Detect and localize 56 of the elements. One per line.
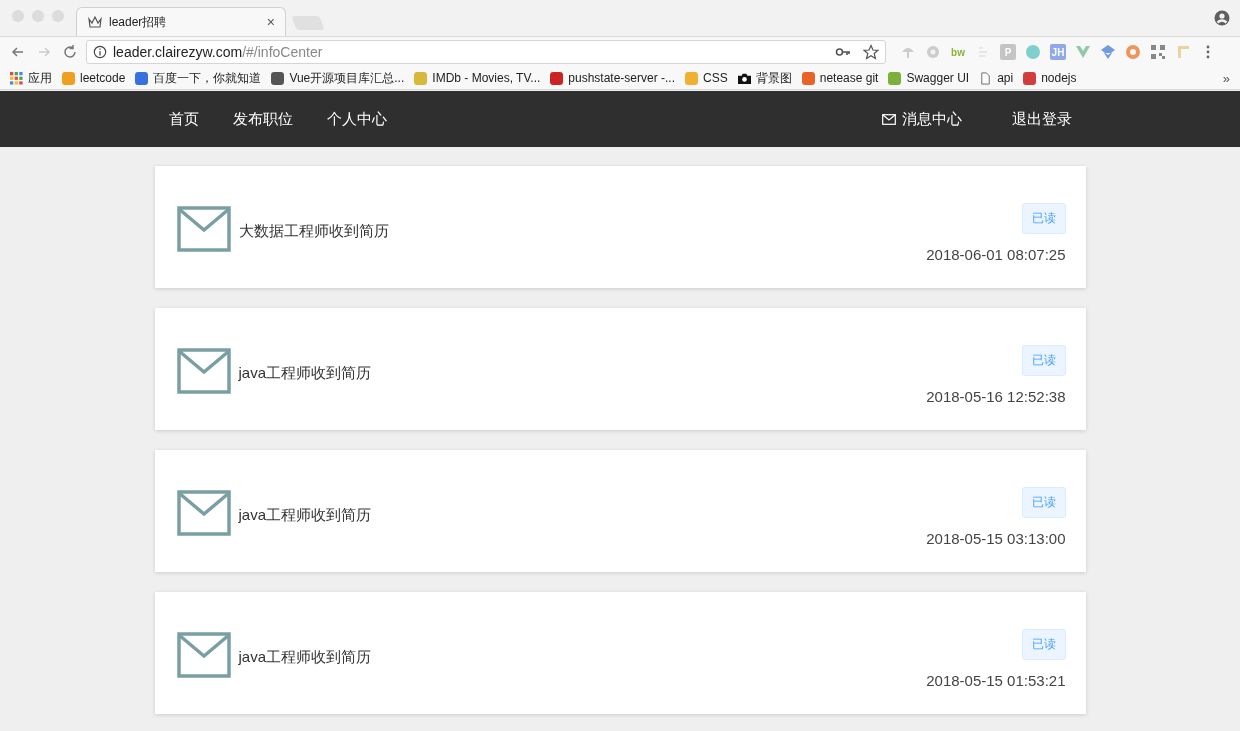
camera-icon (737, 71, 751, 85)
envelope-icon (176, 348, 231, 394)
profile-icon[interactable] (1214, 10, 1230, 26)
bookmark[interactable]: nodejs (1023, 71, 1077, 85)
bookmark[interactable]: 应用 (10, 69, 52, 87)
extension-icon[interactable] (1025, 44, 1041, 60)
envelope-icon (176, 490, 231, 536)
message-title: java工程师收到简历 (238, 647, 372, 667)
extension-icon[interactable] (1150, 44, 1166, 60)
nav-link[interactable]: 退出登录 (1011, 109, 1072, 129)
apps-icon (10, 71, 23, 85)
nav-link[interactable]: 发布职位 (232, 109, 293, 129)
page-icon (979, 71, 993, 85)
browser-tab[interactable]: leader招聘 × (76, 7, 286, 36)
info-icon[interactable] (93, 45, 107, 59)
nav-link[interactable]: 消息中心 (881, 109, 962, 129)
message-time: 2018-05-15 01:53:21 (926, 672, 1066, 689)
bookmark[interactable]: Swagger UI (888, 71, 970, 85)
envelope-icon (176, 632, 231, 678)
extension-icon[interactable] (1075, 44, 1091, 60)
message-title: 大数据工程师收到简历 (238, 221, 389, 241)
bookmark[interactable]: 背景图 (737, 69, 792, 87)
message-time: 2018-05-15 03:13:00 (926, 530, 1066, 547)
envelope-icon (176, 206, 231, 252)
close-tab-button[interactable]: × (266, 14, 275, 30)
nav-link[interactable]: 首页 (168, 109, 199, 129)
star-icon[interactable] (863, 44, 879, 60)
message-time: 2018-06-01 08:07:25 (926, 246, 1066, 263)
message-card[interactable]: java工程师收到简历 已读 2018-05-15 01:53:21 (154, 592, 1086, 714)
status-tag: 已读 (1021, 203, 1066, 234)
nav-link[interactable]: 个人中心 (326, 109, 387, 129)
address-bar[interactable]: leader.clairezyw.com/#/infoCenter (86, 40, 886, 64)
status-tag: 已读 (1021, 629, 1066, 660)
bookmark[interactable]: CSS (685, 71, 728, 85)
message-card[interactable]: 大数据工程师收到简历 已读 2018-06-01 08:07:25 (154, 166, 1086, 288)
status-tag: 已读 (1021, 487, 1066, 518)
bookmark[interactable]: leetcode (62, 71, 126, 85)
extension-icon[interactable] (925, 44, 941, 60)
bookmark[interactable]: netease git (801, 71, 879, 85)
bookmark[interactable]: 百度一下，你就知道 (135, 69, 262, 87)
bookmark[interactable]: api (979, 71, 1014, 85)
message-time: 2018-05-16 12:52:38 (926, 388, 1066, 405)
crown-icon (87, 14, 103, 30)
bookmark[interactable]: Vue开源项目库汇总... (271, 69, 405, 87)
mail-icon (881, 113, 896, 125)
message-title: java工程师收到简历 (238, 505, 372, 525)
status-tag: 已读 (1021, 345, 1066, 376)
more-bookmarks-button[interactable]: » (1222, 70, 1230, 86)
extension-icon[interactable] (1125, 44, 1141, 60)
bookmark[interactable]: pushstate-server -... (550, 71, 676, 85)
message-title: java工程师收到简历 (238, 363, 372, 383)
message-card[interactable]: java工程师收到简历 已读 2018-05-15 03:13:00 (154, 450, 1086, 572)
extension-icon[interactable] (1175, 44, 1191, 60)
extension-icon[interactable] (1100, 44, 1116, 60)
message-card[interactable]: java工程师收到简历 已读 2018-05-16 12:52:38 (154, 308, 1086, 430)
bookmark[interactable]: IMDb - Movies, TV... (414, 71, 541, 85)
